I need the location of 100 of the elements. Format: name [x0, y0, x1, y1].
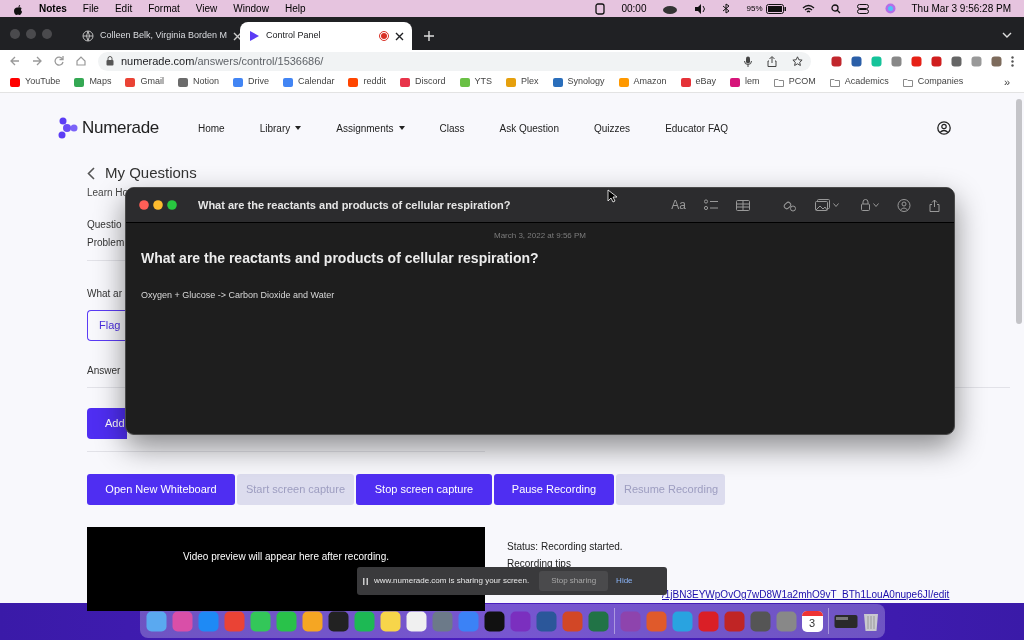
control-button[interactable]: Stop screen capture	[356, 474, 492, 505]
bookmark[interactable]: Companies	[902, 75, 964, 89]
clipboard-icon[interactable]	[595, 2, 606, 15]
bookmark[interactable]: eBay	[680, 75, 717, 89]
extension-icon[interactable]	[851, 55, 862, 67]
logo-icon	[58, 117, 78, 139]
recording-tips-text: Recording tips	[507, 557, 572, 571]
close-window-icon[interactable]	[139, 200, 149, 210]
caret-icon	[295, 126, 302, 130]
problem-label: Problem	[87, 236, 125, 250]
nav-link[interactable]: Home	[198, 120, 225, 136]
new-tab-icon[interactable]	[424, 31, 434, 41]
app-icon[interactable]	[405, 610, 427, 632]
app-icon[interactable]	[353, 610, 375, 632]
close-icon[interactable]	[395, 31, 404, 41]
bookmark[interactable]: Academics	[829, 75, 889, 89]
control-button[interactable]: Pause Recording	[494, 474, 614, 505]
microphone-icon[interactable]	[744, 55, 752, 67]
menu-item[interactable]: File	[82, 1, 99, 16]
globe-icon	[82, 30, 94, 42]
nav-link[interactable]: Library	[259, 120, 302, 136]
recording-icon	[379, 31, 389, 41]
app-icon[interactable]	[197, 610, 219, 632]
user-icon[interactable]	[937, 121, 951, 135]
share-icon[interactable]	[767, 55, 777, 67]
bookmark[interactable]: Maps	[74, 75, 112, 89]
extension-icon[interactable]	[911, 55, 922, 67]
nav-link[interactable]: Assignments	[336, 120, 405, 136]
note-body: Oxygen + Glucose -> Carbon Dioxide and Water	[141, 289, 336, 302]
status-text: Status: Recording started.	[507, 540, 624, 554]
tab-title: Colleen Belk, Virginia Borden M	[100, 29, 227, 43]
back-chevron-icon[interactable]	[87, 166, 95, 180]
stop-sharing-button[interactable]: Stop sharing	[539, 571, 609, 591]
back-icon[interactable]	[10, 56, 20, 66]
document-link[interactable]: /1jBN3EYWpOvOg7wD8W1a2mhO9vT_BTh1LouA0nupe6JI/edit	[662, 587, 950, 602]
minimize-window-icon[interactable]	[153, 200, 163, 210]
bookmark[interactable]: Amazon	[618, 75, 667, 89]
lock-icon[interactable]	[861, 199, 870, 211]
bookmark[interactable]: reddit	[348, 75, 386, 89]
menu-item[interactable]: View	[195, 1, 218, 16]
bluetooth-icon[interactable]	[722, 3, 731, 14]
app-icon[interactable]	[301, 610, 323, 632]
bookmark[interactable]: Gmail	[125, 75, 164, 89]
brand-name[interactable]: Numerade	[82, 115, 159, 141]
browser-tab[interactable]: Colleen Belk, Virginia Borden M	[74, 22, 240, 50]
bookmark[interactable]: Notion	[177, 75, 219, 89]
bookmark[interactable]: Plex	[506, 75, 539, 89]
bookmark[interactable]: PCOM	[773, 75, 816, 89]
checklist-icon[interactable]	[704, 199, 718, 211]
forward-icon[interactable]	[32, 56, 42, 66]
table-icon[interactable]	[736, 199, 750, 211]
nav-link[interactable]: Quizzes	[594, 120, 631, 136]
home-icon[interactable]	[76, 56, 86, 66]
bookmark[interactable]: YouTube	[10, 75, 61, 89]
star-icon[interactable]	[792, 55, 803, 67]
menu-item[interactable]: Window	[233, 1, 269, 16]
extension-icon[interactable]	[931, 55, 942, 67]
photo-icon[interactable]	[815, 199, 830, 211]
nav-link[interactable]: Ask Question	[499, 120, 559, 136]
bookmark[interactable]: Synology	[552, 75, 605, 89]
bookmark[interactable]: YTS	[459, 75, 492, 89]
calendar-icon[interactable]: 3	[801, 610, 823, 632]
app-icon[interactable]	[145, 610, 167, 632]
app-icon[interactable]	[249, 610, 271, 632]
extension-icon[interactable]	[831, 55, 842, 67]
hide-button[interactable]: Hide	[616, 575, 633, 587]
nav-link[interactable]: Educator FAQ	[665, 120, 728, 136]
extension-icon[interactable]	[951, 55, 962, 67]
more-bookmarks-button[interactable]: »	[1003, 73, 1010, 91]
bookmark[interactable]: Discord	[400, 75, 446, 89]
browser-tab[interactable]: Control Panel	[240, 22, 412, 50]
app-icon[interactable]	[275, 610, 297, 632]
scrollbar[interactable]	[1016, 99, 1022, 324]
battery-icon[interactable]	[765, 3, 786, 14]
menu-item[interactable]: Edit	[114, 1, 133, 16]
format-button[interactable]: Aa	[671, 196, 686, 214]
menubar-clock[interactable]: Thu Mar 3 9:56:28 PM	[911, 1, 1011, 16]
address-bar[interactable]: numerade.com/answers/control/1536686/	[98, 51, 811, 71]
menu-item[interactable]: Help	[284, 1, 306, 16]
control-center-icon[interactable]	[856, 3, 869, 14]
menu-item[interactable]: Format	[148, 1, 180, 16]
wifi-icon[interactable]	[801, 3, 815, 14]
pause-icon[interactable]	[363, 577, 368, 585]
collaborate-icon[interactable]	[897, 198, 911, 212]
more-icon[interactable]	[1011, 55, 1014, 67]
reload-icon[interactable]	[54, 56, 64, 66]
bookmark[interactable]: Drive	[232, 75, 269, 89]
control-button[interactable]: Open New Whiteboard	[87, 474, 235, 505]
app-menu[interactable]: Notes	[39, 1, 67, 16]
zoom-window-icon[interactable]	[167, 200, 177, 210]
apple-icon	[13, 2, 23, 15]
nav-link[interactable]: Class	[439, 120, 465, 136]
volume-icon[interactable]	[694, 3, 707, 14]
bookmark[interactable]: lem	[730, 75, 760, 89]
search-icon[interactable]	[830, 3, 841, 14]
share-icon[interactable]	[929, 198, 940, 212]
bookmark[interactable]: Calendar	[282, 75, 335, 89]
note-title: What are the reactants and products of cellular respiration?	[141, 249, 540, 268]
app-icon[interactable]	[379, 610, 401, 632]
add-button[interactable]: Add	[87, 408, 127, 439]
